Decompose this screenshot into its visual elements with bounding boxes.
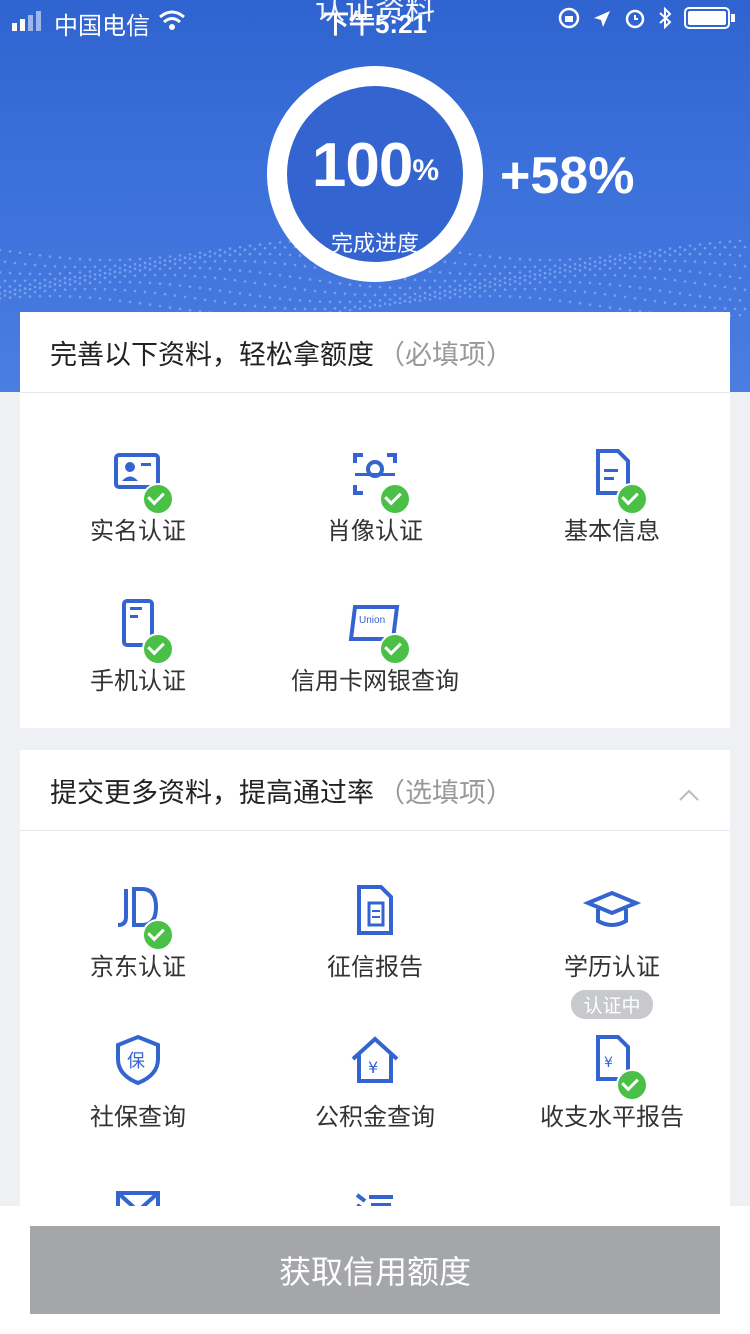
required-section: 完善以下资料，轻松拿额度 （必填项） 实名认证 肖像认证 基本信息 手机认证 U… [20,312,730,728]
rotation-lock-icon [558,7,580,36]
status-bar: 中国电信 认证资料 下午5:21 [0,0,750,42]
optional-section-header[interactable]: 提交更多资料，提高通过率 （选填项） [20,750,730,831]
chevron-up-icon[interactable] [678,778,700,809]
item-label: 肖像认证 [327,518,423,545]
completed-check-icon [616,1069,648,1101]
item-face[interactable]: 肖像认证 [257,445,493,546]
item-phone[interactable]: 手机认证 [20,595,256,696]
item-label: 征信报告 [327,954,423,981]
item-label: 基本信息 [564,518,660,545]
item-label: 京东认证 [90,954,186,981]
item-education[interactable]: 学历认证 认证中 [494,881,730,1019]
required-section-title: 完善以下资料，轻松拿额度 [50,339,374,370]
status-badge: 认证中 [571,990,653,1019]
item-jd[interactable]: 京东认证 [20,881,256,982]
progress-ring: 100% 完成进度 [267,66,483,282]
location-icon [592,8,612,36]
item-credit-report[interactable]: 征信报告 [257,881,493,982]
completed-check-icon [142,483,174,515]
progress-value: 100% [311,131,439,200]
item-label: 信用卡网银查询 [291,668,459,695]
item-label: 公积金查询 [315,1104,435,1131]
svg-text:¥: ¥ [368,1058,378,1077]
progress-delta: +58% [500,147,635,205]
required-section-header: 完善以下资料，轻松拿额度 （必填项） [20,312,730,393]
item-label: 实名认证 [90,518,186,545]
completed-check-icon [142,633,174,665]
item-housing-fund[interactable]: ¥ 公积金查询 [257,1031,493,1132]
item-label: 学历认证 [564,954,660,981]
svg-text:保: 保 [127,1051,145,1072]
item-basic-info[interactable]: 基本信息 [494,445,730,546]
item-label: 手机认证 [90,668,186,695]
item-social-security[interactable]: 保 社保查询 [20,1031,256,1132]
battery-icon [684,6,736,37]
completed-check-icon [142,919,174,951]
required-section-note: （必填项） [378,339,513,370]
item-credit-card[interactable]: Union 信用卡网银查询 [257,595,493,696]
item-real-name[interactable]: 实名认证 [20,445,256,546]
optional-section: 提交更多资料，提高通过率 （选填项） 京东认证 征信报告 学历认证 认证中 保 … [20,750,730,1225]
item-label: 社保查询 [90,1104,186,1131]
svg-text:¥: ¥ [604,1055,613,1071]
optional-section-title: 提交更多资料，提高通过率 [50,777,374,808]
get-credit-limit-button[interactable]: 获取信用额度 [30,1226,720,1314]
item-label: 收支水平报告 [540,1104,684,1131]
completed-check-icon [616,483,648,515]
optional-section-note: （选填项） [378,777,513,808]
alarm-icon [624,7,646,36]
completed-check-icon [379,633,411,665]
bluetooth-icon [658,6,672,36]
svg-text:Union: Union [359,615,385,626]
footer-bar: 获取信用额度 [0,1206,750,1334]
item-income-report[interactable]: ¥ 收支水平报告 [494,1031,730,1132]
completed-check-icon [379,483,411,515]
progress-label: 完成进度 [330,231,419,256]
